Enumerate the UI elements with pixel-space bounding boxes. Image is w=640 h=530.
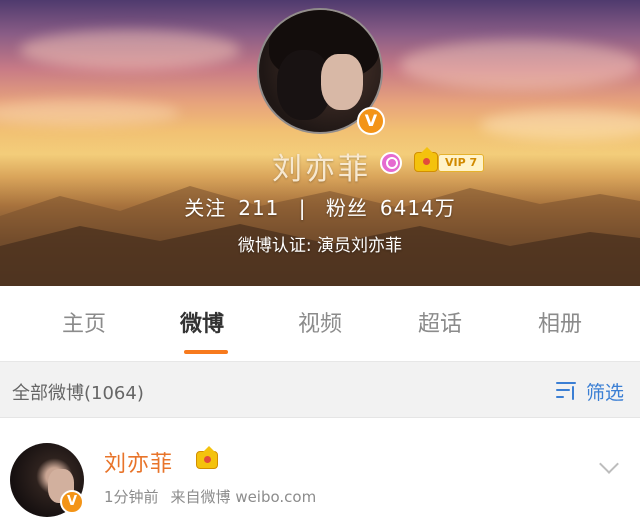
stats-separator: | <box>298 196 307 220</box>
post-meta: 1分钟前 来自微博 weibo.com <box>104 486 328 507</box>
vip-level-badge[interactable]: VIP 7 <box>438 154 485 172</box>
filter-icon-line <box>556 396 564 398</box>
followers-label[interactable]: 粉丝 <box>326 192 368 221</box>
filter-icon-arrow <box>572 386 574 400</box>
tab-weibo[interactable]: 微博 <box>180 306 224 338</box>
crown-gem <box>423 158 430 165</box>
search-badge-icon[interactable] <box>380 152 402 174</box>
filter-icon-line <box>556 382 576 384</box>
cloud-decoration <box>400 40 640 90</box>
post-author-name[interactable]: 刘亦菲 <box>104 446 173 478</box>
chevron-down-icon[interactable] <box>599 454 619 474</box>
post-time: 1分钟前 <box>104 488 159 506</box>
post-source[interactable]: 来自微博 weibo.com <box>171 488 317 506</box>
filter-icon-line <box>556 389 570 391</box>
avatar-face <box>321 54 363 110</box>
post-card[interactable]: V 刘亦菲 1分钟前 来自微博 weibo.com <box>0 418 640 530</box>
post-text-cutoff <box>10 524 470 530</box>
all-posts-count: 全部微博(1064) <box>12 383 144 404</box>
verified-v-icon: V <box>60 490 84 514</box>
verified-v-icon: V <box>357 107 385 135</box>
crown-icon[interactable] <box>414 147 438 172</box>
cloud-decoration <box>0 100 180 126</box>
crown-icon[interactable] <box>196 446 218 469</box>
tab-album[interactable]: 相册 <box>538 306 582 338</box>
profile-tabs: 主页 微博 视频 超话 相册 <box>0 286 640 362</box>
profile-name: 刘亦菲 <box>272 152 371 187</box>
tab-home[interactable]: 主页 <box>62 306 106 338</box>
crown-gem <box>204 456 211 463</box>
verification-text: 微博认证: 演员刘亦菲 <box>237 236 403 256</box>
filter-icon <box>556 380 578 400</box>
following-count[interactable]: 211 <box>238 196 279 220</box>
filter-bar: 全部微博(1064) 筛选 <box>0 362 640 418</box>
cloud-decoration <box>480 110 640 140</box>
followers-count[interactable]: 6414万 <box>380 192 456 221</box>
profile-header-banner: V 刘亦菲 VIP 7 关注 211 | 粉丝 6414万 微博认证: 演员刘亦菲 <box>0 0 640 286</box>
following-label[interactable]: 关注 <box>184 192 226 221</box>
tab-video[interactable]: 视频 <box>298 306 342 338</box>
filter-label: 筛选 <box>586 382 625 404</box>
profile-stats: 关注 211 | 粉丝 6414万 <box>0 192 640 221</box>
active-tab-indicator <box>184 350 228 354</box>
cloud-decoration <box>20 30 240 70</box>
tab-super-topic[interactable]: 超话 <box>418 306 462 338</box>
profile-name-row: 刘亦菲 VIP 7 <box>0 140 640 187</box>
